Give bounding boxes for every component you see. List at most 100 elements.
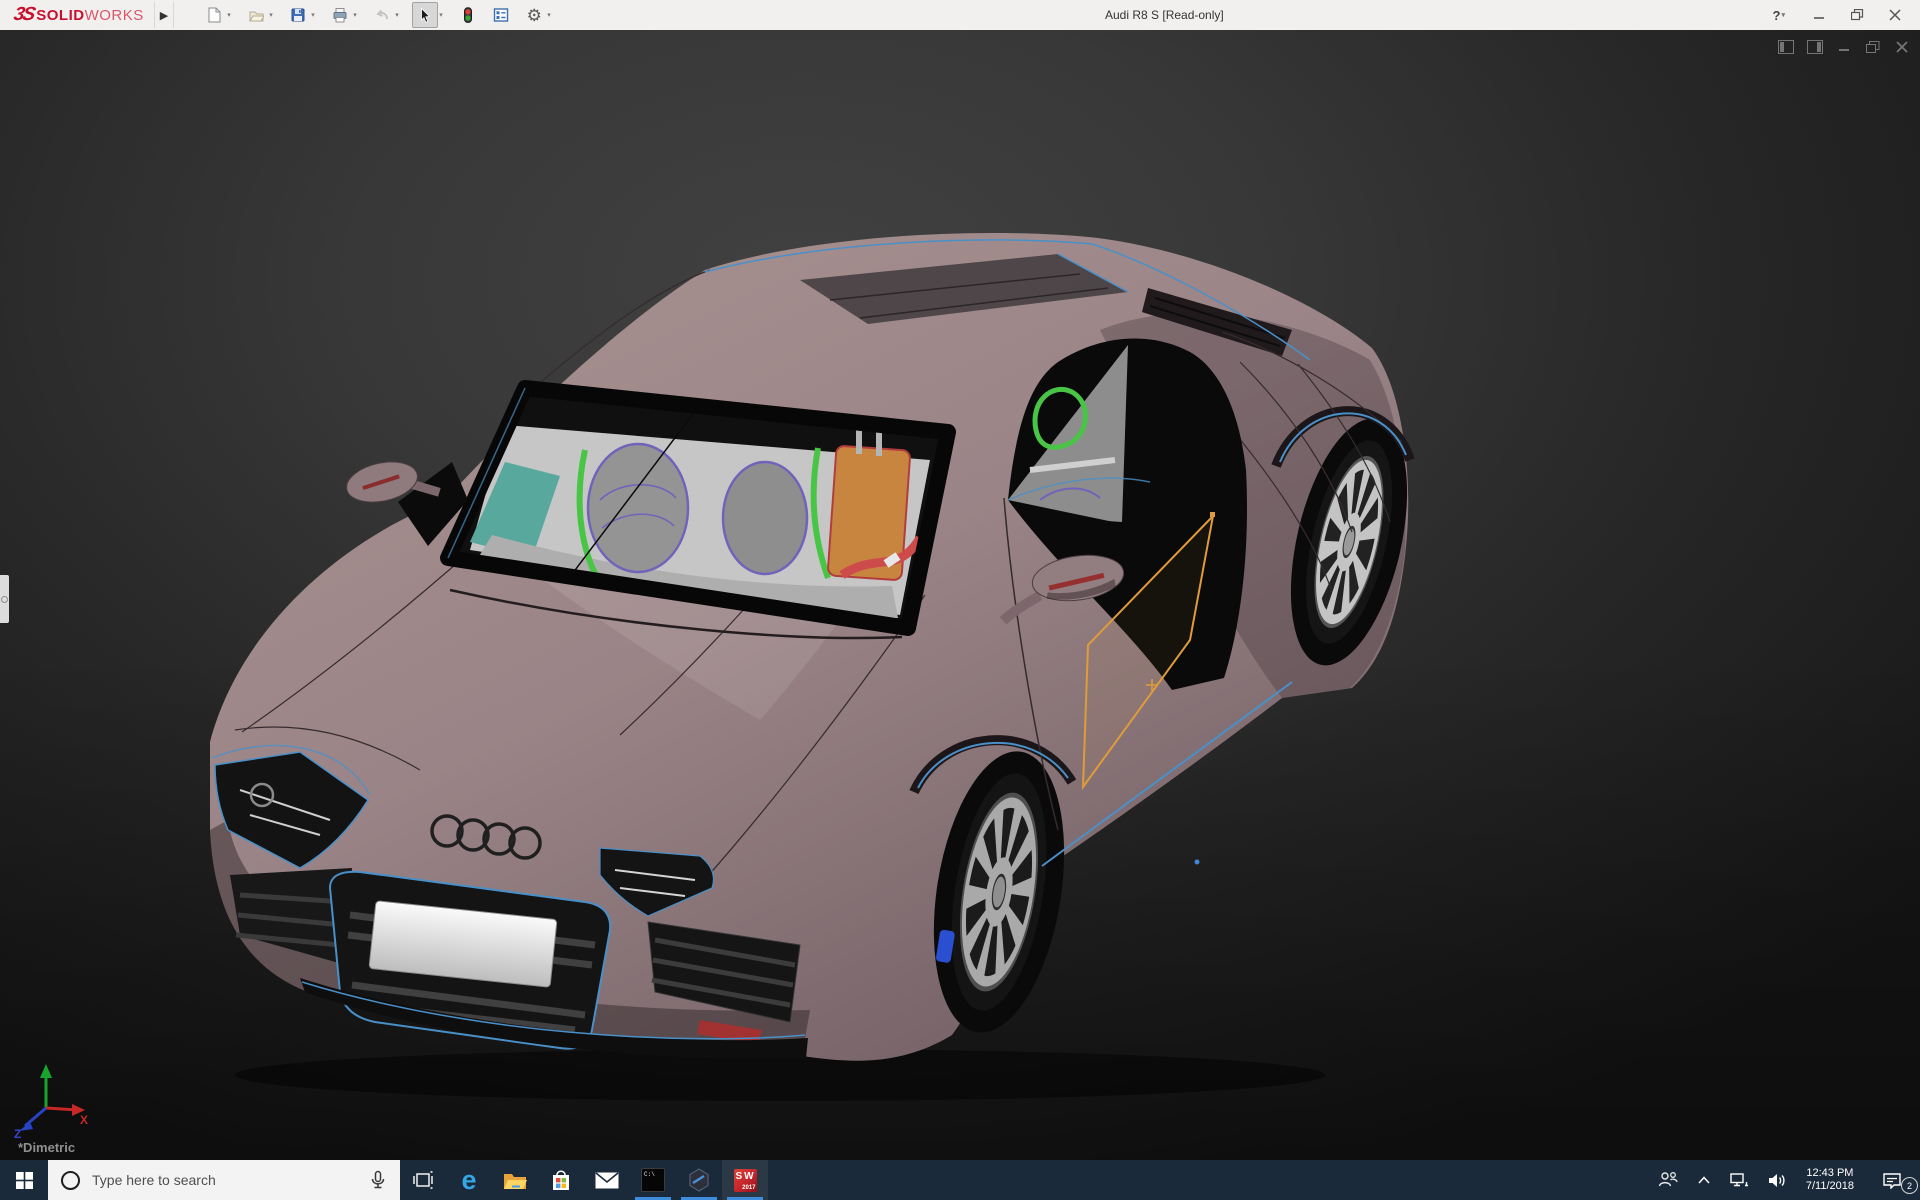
triad-z-label: Z	[14, 1127, 21, 1141]
volume-button[interactable]	[1758, 1160, 1796, 1200]
tab-dot-icon	[1, 596, 8, 603]
solidworks-2017-icon: SW2017	[734, 1169, 757, 1192]
graphics-area[interactable]: X Z *Dimetric	[0, 30, 1920, 1160]
store-icon	[551, 1169, 571, 1191]
cortana-icon	[61, 1171, 80, 1190]
search-placeholder: Type here to search	[92, 1172, 368, 1188]
vertex-point	[1195, 860, 1200, 865]
print-button[interactable]	[328, 3, 352, 27]
taskbar-app-file-explorer[interactable]	[492, 1160, 538, 1200]
taskbar-app-edge[interactable]: e	[446, 1160, 492, 1200]
people-icon	[1657, 1171, 1679, 1189]
speaker-icon	[1767, 1172, 1787, 1189]
options-button[interactable]: ⚙	[522, 3, 546, 27]
seat-left	[588, 444, 688, 572]
open-folder-icon	[248, 7, 264, 23]
pane-right-icon	[1807, 40, 1823, 54]
action-center-button[interactable]: 2	[1864, 1160, 1920, 1200]
chevron-up-icon	[1697, 1175, 1711, 1185]
close-icon	[1889, 9, 1901, 21]
new-dropdown-caret[interactable]: ▾	[227, 11, 235, 19]
select-cursor-icon	[417, 7, 433, 23]
pane-right-toggle-button[interactable]	[1807, 40, 1823, 54]
select-dropdown-caret[interactable]: ▾	[439, 11, 447, 19]
help-button[interactable]: ?▾	[1766, 3, 1796, 27]
open-document-button[interactable]	[244, 3, 268, 27]
standard-toolbar: ▾ ▾ ▾ ▾ ▾ ▾	[202, 2, 564, 28]
menu-flyout-arrow[interactable]: ▶	[154, 2, 174, 28]
brand-solid: SOLID	[36, 7, 84, 24]
task-view-button[interactable]	[400, 1160, 446, 1200]
options-dropdown-caret[interactable]: ▾	[547, 11, 555, 19]
save-dropdown-caret[interactable]: ▾	[311, 11, 319, 19]
undo-button[interactable]	[370, 3, 394, 27]
task-view-icon	[413, 1171, 433, 1189]
new-document-button[interactable]	[202, 3, 226, 27]
undo-icon	[374, 7, 390, 23]
action-center-icon	[1882, 1171, 1902, 1189]
windows-taskbar: Type here to search e C:\ SW2017	[0, 1160, 1920, 1200]
save-button[interactable]	[286, 3, 310, 27]
print-dropdown-caret[interactable]: ▾	[353, 11, 361, 19]
display-pane-button[interactable]	[489, 3, 513, 27]
brand-works: WORKS	[85, 7, 144, 24]
doc-close-button[interactable]	[1894, 40, 1910, 54]
appearance-traffic-light-button[interactable]	[456, 3, 480, 27]
undo-dropdown-caret[interactable]: ▾	[395, 11, 403, 19]
mail-icon	[595, 1172, 619, 1189]
help-dropdown-caret[interactable]: ▾	[1781, 11, 1789, 19]
close-button[interactable]	[1880, 3, 1910, 27]
doc-minimize-button[interactable]	[1836, 40, 1852, 54]
windows-logo-icon	[16, 1172, 33, 1189]
notification-badge: 2	[1901, 1177, 1918, 1194]
taskbar-app-store[interactable]	[538, 1160, 584, 1200]
orientation-triad[interactable]: X Z	[12, 1062, 96, 1146]
doc-restore-icon	[1866, 41, 1880, 53]
clock[interactable]: 12:43 PM 7/11/2018	[1796, 1160, 1864, 1200]
network-icon	[1729, 1172, 1749, 1188]
traffic-light-icon	[460, 7, 476, 23]
select-tool-button[interactable]	[412, 2, 438, 28]
doc-close-icon	[1896, 41, 1908, 53]
print-icon	[332, 7, 348, 23]
minimize-icon	[1814, 10, 1825, 20]
solidworks-logo: 3S SOLID WORKS	[14, 4, 144, 26]
gear-icon: ⚙	[527, 7, 542, 24]
taskbar-app-mail[interactable]	[584, 1160, 630, 1200]
search-box[interactable]: Type here to search	[48, 1160, 400, 1200]
display-pane-icon	[493, 7, 509, 23]
feature-tree-collapsed-tab[interactable]	[0, 575, 9, 623]
taskbar-app-solidworks[interactable]: SW2017	[722, 1160, 768, 1200]
new-document-icon	[206, 7, 222, 23]
open-dropdown-caret[interactable]: ▾	[269, 11, 277, 19]
microphone-icon[interactable]	[368, 1170, 388, 1190]
file-explorer-icon	[503, 1170, 527, 1190]
pane-left-toggle-button[interactable]	[1778, 40, 1794, 54]
hidden-icons-button[interactable]	[1688, 1160, 1720, 1200]
save-floppy-icon	[290, 7, 306, 23]
hexagon-app-icon	[687, 1168, 711, 1192]
people-button[interactable]	[1648, 1160, 1688, 1200]
clock-time: 12:43 PM	[1806, 1167, 1854, 1180]
document-window-controls	[1778, 40, 1910, 54]
doc-restore-button[interactable]	[1865, 40, 1881, 54]
triad-x-label: X	[80, 1113, 88, 1127]
restore-icon	[1851, 9, 1864, 21]
title-bar: 3S SOLID WORKS ▶ ▾ ▾ ▾ ▾ ▾	[0, 0, 1920, 31]
minimize-button[interactable]	[1804, 3, 1834, 27]
system-tray: 12:43 PM 7/11/2018 2	[1648, 1160, 1920, 1200]
pane-left-icon	[1778, 40, 1794, 54]
restore-button[interactable]	[1842, 3, 1872, 27]
start-button[interactable]	[0, 1160, 48, 1200]
window-title: Audi R8 S [Read-only]	[1105, 0, 1224, 30]
seat-right	[723, 462, 807, 574]
taskbar-app-command-prompt[interactable]: C:\	[630, 1160, 676, 1200]
car-model-audi-r8[interactable]	[0, 30, 1920, 1160]
doc-minimize-icon	[1838, 41, 1850, 53]
clock-date: 7/11/2018	[1806, 1180, 1854, 1193]
view-orientation-label: *Dimetric	[18, 1140, 75, 1155]
taskbar-app-hexagon[interactable]	[676, 1160, 722, 1200]
command-prompt-icon: C:\	[641, 1168, 665, 1192]
network-button[interactable]	[1720, 1160, 1758, 1200]
dassault-3s-logo-icon: 3S	[12, 4, 36, 26]
